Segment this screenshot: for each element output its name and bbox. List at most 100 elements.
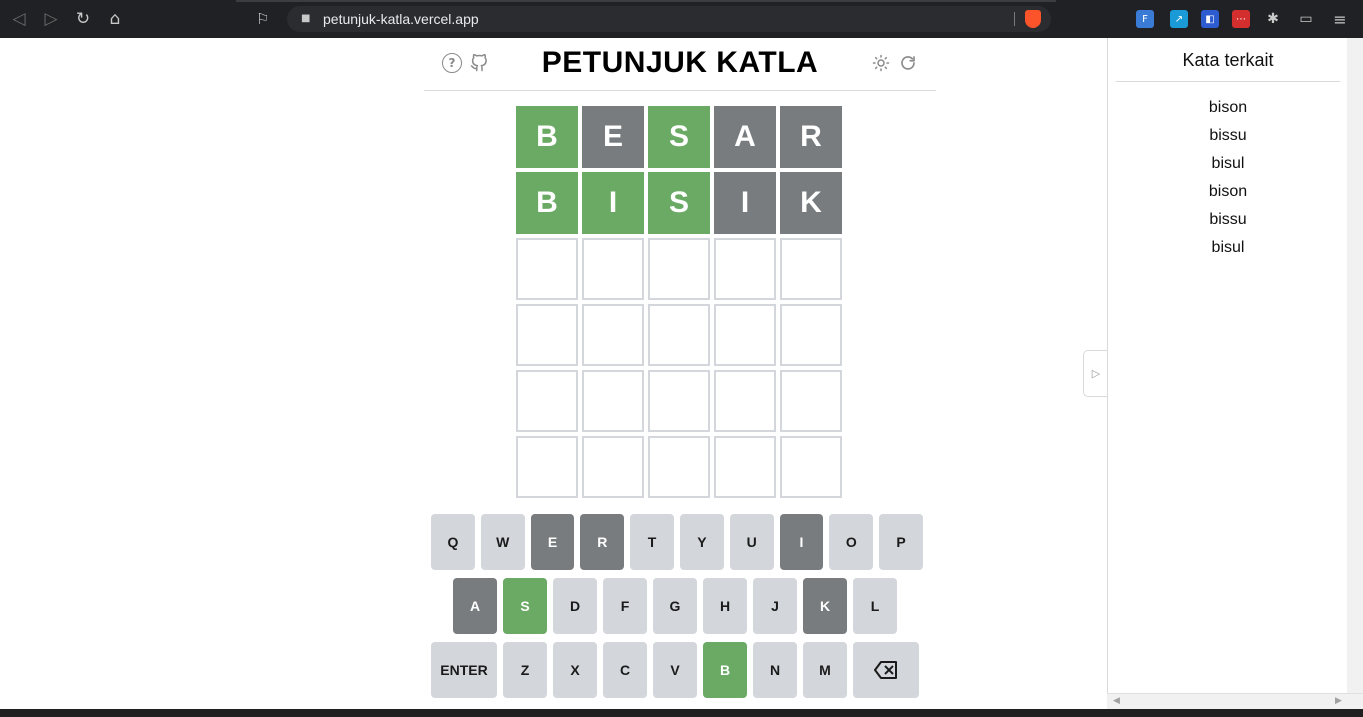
lock-icon: ■	[301, 13, 311, 24]
extension-2-icon[interactable]: ↗	[1170, 10, 1188, 28]
related-words-list: bison bissu bisul bison bissu bisul	[1108, 94, 1348, 262]
key-s[interactable]: S	[503, 578, 547, 634]
address-bar[interactable]: ■ petunjuk-katla.vercel.app	[287, 6, 1051, 32]
key-t[interactable]: T	[630, 514, 674, 570]
board-tile: A	[714, 106, 776, 168]
backspace-key[interactable]	[853, 642, 919, 698]
board-tile	[780, 304, 842, 366]
key-y[interactable]: Y	[679, 514, 724, 570]
bookmark-icon[interactable]: ⚐	[256, 10, 272, 28]
scroll-left-icon[interactable]: ◀	[1113, 696, 1120, 706]
extension-1-icon[interactable]: F	[1136, 10, 1154, 28]
board-tile	[648, 238, 710, 300]
key-x[interactable]: X	[553, 642, 597, 698]
board-tile	[780, 436, 842, 498]
theme-sun-icon[interactable]	[871, 53, 891, 73]
guess-board: BESARBISIK	[516, 106, 842, 502]
key-b[interactable]: B	[703, 642, 747, 698]
board-row: BISIK	[516, 172, 842, 234]
board-tile: R	[780, 106, 842, 168]
reset-icon[interactable]	[898, 53, 918, 73]
divider	[1014, 12, 1015, 26]
wallet-icon[interactable]: ▭	[1297, 10, 1315, 28]
key-j[interactable]: J	[753, 578, 797, 634]
board-tile	[780, 370, 842, 432]
url-text[interactable]: petunjuk-katla.vercel.app	[323, 11, 479, 27]
key-m[interactable]: M	[803, 642, 847, 698]
board-tile: I	[582, 172, 644, 234]
board-tile	[648, 436, 710, 498]
board-tile: K	[780, 172, 842, 234]
extension-3-icon[interactable]: ◧	[1201, 10, 1219, 28]
extensions-puzzle-icon[interactable]: ✱	[1264, 10, 1282, 28]
key-l[interactable]: L	[853, 578, 897, 634]
key-a[interactable]: A	[453, 578, 497, 634]
key-h[interactable]: H	[703, 578, 747, 634]
key-f[interactable]: F	[603, 578, 647, 634]
key-c[interactable]: C	[603, 642, 647, 698]
menu-icon[interactable]: ≡	[1331, 10, 1349, 29]
key-enter[interactable]: ENTER	[431, 642, 497, 698]
board-tile	[648, 304, 710, 366]
key-q[interactable]: Q	[431, 514, 475, 570]
related-word-item: bisul	[1211, 239, 1245, 256]
board-tile	[582, 436, 644, 498]
board-tile	[714, 370, 776, 432]
key-p[interactable]: P	[879, 514, 923, 570]
app-main: ? PETUNJUK KATLA BESARBISIK QWERTYUIOPAS…	[0, 38, 1107, 710]
key-w[interactable]: W	[480, 514, 525, 570]
scroll-right-icon[interactable]: ▶	[1335, 696, 1342, 706]
board-row	[516, 436, 842, 498]
key-i[interactable]: I	[779, 514, 824, 570]
board-row	[516, 370, 842, 432]
key-k[interactable]: K	[803, 578, 847, 634]
board-row	[516, 304, 842, 366]
os-taskbar	[0, 709, 1363, 717]
board-tile: S	[648, 106, 710, 168]
reload-icon[interactable]: ↻	[67, 3, 99, 35]
horizontal-scrollbar[interactable]: ◀ ▶	[1107, 693, 1363, 709]
board-tile: B	[516, 172, 578, 234]
key-e[interactable]: E	[530, 514, 575, 570]
related-word-item: bison	[1208, 99, 1248, 116]
board-tile	[648, 370, 710, 432]
key-g[interactable]: G	[653, 578, 697, 634]
extension-4-icon[interactable]: ⋯	[1232, 10, 1250, 28]
back-icon[interactable]: ◁	[3, 3, 35, 35]
board-tile	[516, 436, 578, 498]
key-d[interactable]: D	[553, 578, 597, 634]
tab-strip	[236, 0, 1056, 2]
home-icon[interactable]: ⌂	[99, 3, 131, 35]
board-tile	[582, 304, 644, 366]
related-word-item: bisul	[1211, 155, 1245, 172]
backspace-icon	[874, 661, 897, 679]
key-r[interactable]: R	[580, 514, 625, 570]
board-tile: S	[648, 172, 710, 234]
forward-icon[interactable]: ▷	[35, 3, 67, 35]
keyboard-row: QWERTYUIOP	[431, 514, 923, 570]
board-tile	[582, 370, 644, 432]
board-tile	[780, 238, 842, 300]
sidebar-toggle-button[interactable]: ▷	[1083, 350, 1108, 397]
key-u[interactable]: U	[729, 514, 774, 570]
vertical-scrollbar[interactable]	[1347, 38, 1363, 693]
board-tile	[582, 238, 644, 300]
key-o[interactable]: O	[829, 514, 874, 570]
board-tile: E	[582, 106, 644, 168]
key-n[interactable]: N	[753, 642, 797, 698]
on-screen-keyboard: Q W E R T Y U I O P A S D F G H J K L ENTER Z X C V B N M	[431, 514, 923, 706]
keyboard-row: ASDFGHJKL	[431, 578, 923, 634]
board-row: BESAR	[516, 106, 842, 168]
brave-shields-icon[interactable]	[1025, 10, 1041, 28]
board-tile	[714, 304, 776, 366]
board-tile	[516, 238, 578, 300]
key-z[interactable]: Z	[503, 642, 547, 698]
related-words-sidebar: Kata terkait bison bissu bisul bison bissu bi…	[1107, 38, 1347, 693]
key-v[interactable]: V	[653, 642, 697, 698]
board-tile: B	[516, 106, 578, 168]
app-header: ? PETUNJUK KATLA	[424, 38, 936, 91]
related-word-item: bison	[1208, 183, 1248, 200]
board-tile	[714, 436, 776, 498]
sidebar-title: Kata terkait	[1116, 50, 1340, 82]
board-tile	[714, 238, 776, 300]
